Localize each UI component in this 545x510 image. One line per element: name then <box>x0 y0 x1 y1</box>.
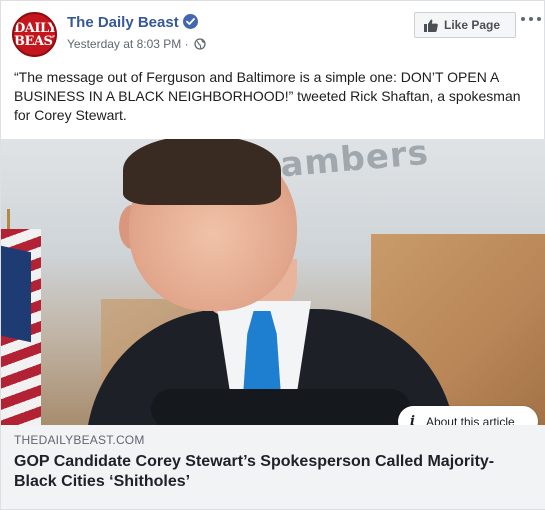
post-meta: Yesterday at 8:03 PM · <box>67 37 206 53</box>
link-headline[interactable]: GOP Candidate Corey Stewart’s Spokespers… <box>14 452 534 492</box>
avatar-logo-line-2: BEAST <box>14 34 57 49</box>
like-page-button[interactable]: Like Page <box>414 12 516 38</box>
photo-person-crossed-arms <box>151 389 411 425</box>
photo-flag-canton <box>1 245 31 343</box>
more-options-icon[interactable] <box>520 11 542 27</box>
thumbs-up-icon <box>424 19 438 32</box>
page-name-link[interactable]: The Daily Beast <box>67 14 179 31</box>
page-avatar[interactable]: DAILY BEAST <box>12 12 57 57</box>
facebook-post: DAILY BEAST The Daily Beast Yesterday at… <box>0 0 545 510</box>
post-header: DAILY BEAST The Daily Beast Yesterday at… <box>1 1 545 61</box>
link-preview[interactable]: THEDAILYBEAST.COM GOP Candidate Corey St… <box>1 425 545 509</box>
like-page-label: Like Page <box>444 18 501 32</box>
post-timestamp[interactable]: Yesterday at 8:03 PM <box>67 37 181 51</box>
link-domain: THEDAILYBEAST.COM <box>14 433 145 447</box>
verified-badge-icon <box>182 14 198 29</box>
photo-person-hair <box>123 139 281 205</box>
globe-icon[interactable] <box>194 38 206 53</box>
post-message: “The message out of Ferguson and Baltimo… <box>14 69 521 123</box>
page-name-container: The Daily Beast <box>67 14 198 31</box>
article-photo[interactable]: d Chambers <box>1 139 545 425</box>
meta-separator: · <box>184 37 189 51</box>
